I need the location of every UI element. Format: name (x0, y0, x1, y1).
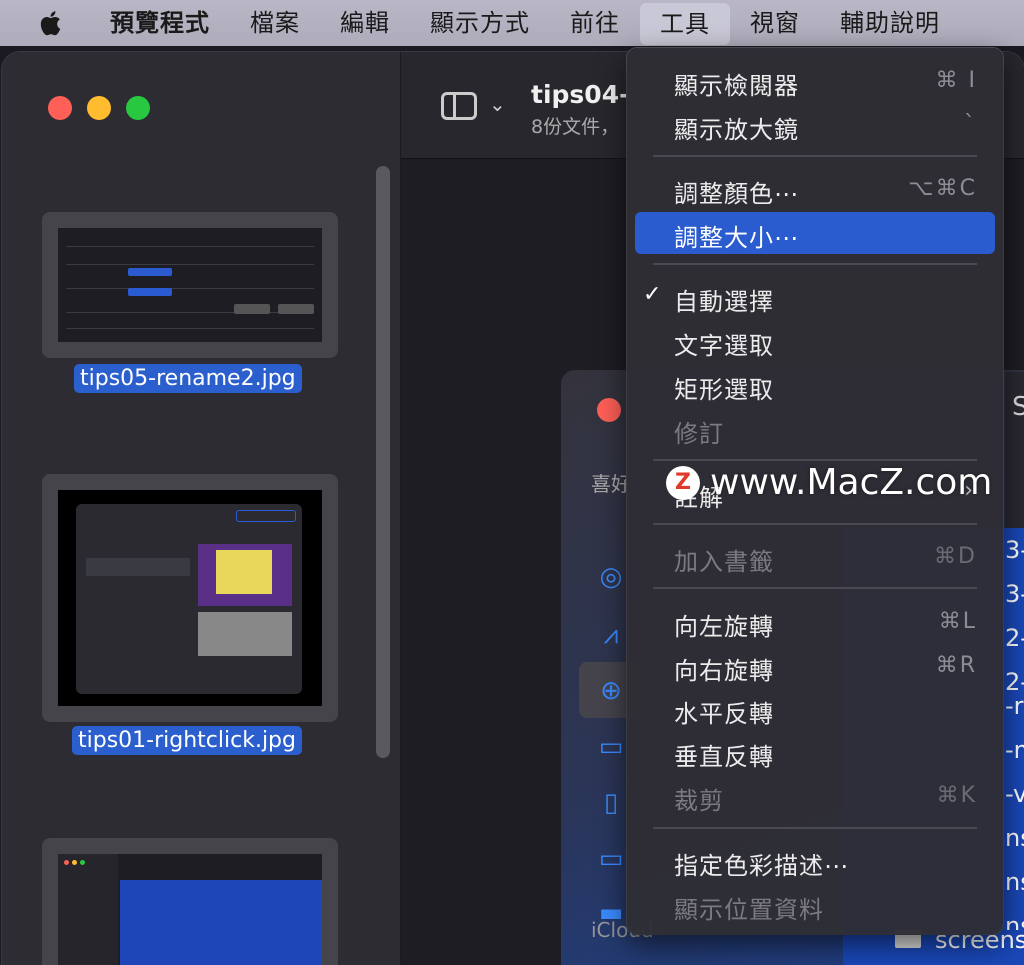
menu-preview[interactable]: 預覽程式 (90, 0, 230, 46)
zoom-button[interactable] (126, 96, 150, 120)
list-item: ns (1005, 868, 1024, 896)
finder-last-row: screens (843, 926, 1024, 965)
menu-window[interactable]: 視窗 (730, 0, 820, 46)
list-item: 3-s (1005, 580, 1024, 608)
menu-item-add-bookmark[interactable]: 加入書籤 ⌘D (635, 536, 995, 578)
watermark: Z www.MacZ.com (666, 462, 1006, 512)
menu-tools[interactable]: 工具 (640, 3, 730, 45)
document-subtitle: 8份文件， (531, 116, 620, 138)
thumbnail-rename2[interactable] (42, 212, 338, 358)
minimize-button[interactable] (87, 96, 111, 120)
watermark-text: www.MacZ.com (710, 462, 993, 503)
menu-item-rotate-left[interactable]: 向左旋轉 ⌘L (635, 601, 995, 643)
menu-item-flip-horizontal[interactable]: 水平反轉 (635, 688, 995, 730)
airdrop-icon: ◎ (599, 562, 623, 592)
menu-item-markup[interactable]: 修訂 (635, 408, 995, 450)
menu-item-text-select[interactable]: 文字選取 (635, 320, 995, 362)
menu-separator (653, 459, 977, 461)
sidebar-toggle-icon[interactable] (441, 92, 477, 120)
window-controls (48, 96, 150, 120)
menu-item-rect-select[interactable]: 矩形選取 (635, 364, 995, 406)
menu-file[interactable]: 檔案 (230, 0, 320, 46)
thumbnail-sidebar: tips05-rename2.jpg tips01-rightclick.jpg (2, 52, 401, 965)
menu-item-show-location[interactable]: 顯示位置資料 (635, 884, 995, 926)
favorites-label: 喜好 (591, 472, 631, 496)
menu-item-flip-vertical[interactable]: 垂直反轉 (635, 731, 995, 773)
list-item: ns (1005, 824, 1024, 852)
folder-icon: ▭ (598, 844, 624, 874)
close-dot-icon (597, 398, 621, 422)
thumbnail-image (58, 854, 322, 965)
menu-view[interactable]: 顯示方式 (410, 0, 550, 46)
thumbnail-rightclick[interactable] (42, 474, 338, 722)
list-item: 2-f (1005, 624, 1024, 652)
menu-item-adjust-color[interactable]: 調整顏色⋯ ⌥⌘C (635, 168, 995, 210)
thumbnail-screenshot[interactable] (42, 838, 338, 965)
chevron-down-icon[interactable]: ⌄ (489, 92, 506, 116)
menu-separator (653, 523, 977, 525)
applications-icon: ⩘ (603, 620, 619, 650)
finder-title-fragment: S (1012, 392, 1024, 422)
folder-icon: ▭ (598, 732, 624, 762)
menu-edit[interactable]: 編輯 (320, 0, 410, 46)
thumbnail-label[interactable]: tips05-rename2.jpg (74, 364, 302, 393)
list-item: 3-s (1005, 536, 1024, 564)
apple-logo-icon[interactable] (34, 6, 68, 40)
menu-item-crop[interactable]: 裁剪 ⌘K (635, 775, 995, 817)
macz-logo-icon: Z (666, 466, 700, 500)
menu-separator (653, 263, 977, 265)
menu-go[interactable]: 前往 (550, 0, 640, 46)
menu-item-adjust-size[interactable]: 調整大小⋯ (635, 212, 995, 254)
list-item: -r (1005, 692, 1024, 720)
sidebar-scrollbar[interactable] (376, 166, 390, 758)
menu-separator (653, 155, 977, 157)
document-icon: ▯ (603, 788, 619, 818)
menu-help[interactable]: 輔助說明 (820, 0, 960, 46)
list-item: -m (1005, 736, 1024, 764)
menu-item-auto-select[interactable]: ✓ 自動選擇 (635, 276, 995, 318)
thumbnail-image (58, 490, 322, 706)
list-item: -v (1005, 780, 1024, 808)
menu-bar: 預覽程式 檔案 編輯 顯示方式 前往 工具 視窗 輔助說明 (0, 0, 1024, 46)
thumbnail-image (58, 228, 322, 342)
thumbnail-label[interactable]: tips01-rightclick.jpg (72, 726, 302, 755)
menu-item-assign-profile[interactable]: 指定色彩描述⋯ (635, 840, 995, 882)
menu-item-rotate-right[interactable]: 向右旋轉 ⌘R (635, 645, 995, 687)
menu-item-show-inspector[interactable]: 顯示檢閱器 ⌘ I (635, 60, 995, 102)
close-button[interactable] (48, 96, 72, 120)
checkmark-icon: ✓ (643, 282, 662, 307)
document-title: tips04- (531, 80, 630, 109)
downloads-icon: ⊕ (600, 676, 622, 706)
menu-item-show-magnifier[interactable]: 顯示放大鏡 ` (635, 104, 995, 146)
menu-separator (653, 827, 977, 829)
menu-separator (653, 587, 977, 589)
